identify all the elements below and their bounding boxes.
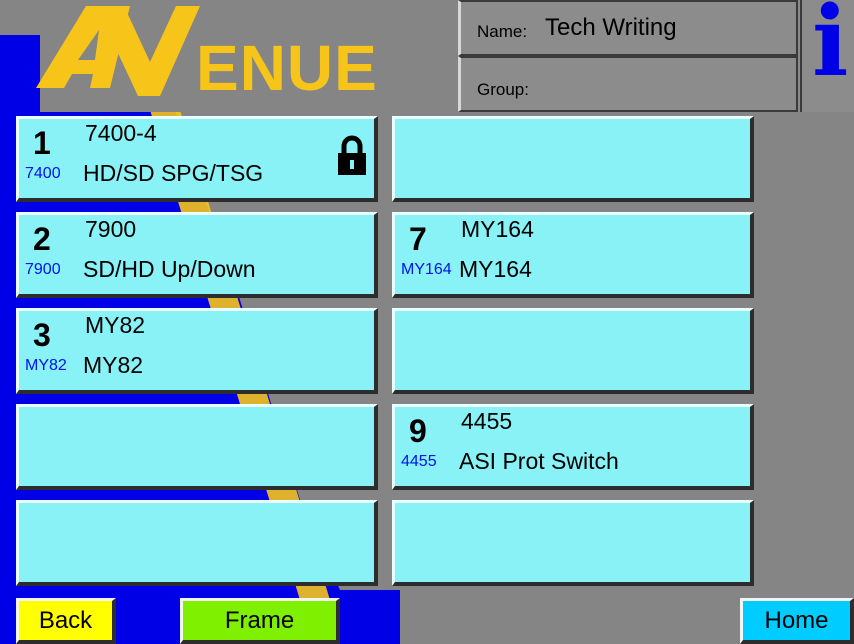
slot-code: MY164 [401, 261, 452, 278]
slot-description: MY82 [83, 352, 144, 378]
padlock-icon [338, 135, 366, 175]
back-button[interactable]: Back [16, 598, 116, 644]
info-icon: i [812, 0, 849, 98]
slot-6-tile[interactable] [392, 116, 754, 202]
slot-10-tile[interactable] [392, 500, 754, 586]
slot-9-tile[interactable]: 9 4455 4455 ASI Prot Switch [392, 404, 754, 490]
home-button[interactable]: Home [740, 598, 854, 644]
frame-button[interactable]: Frame [180, 598, 340, 644]
avenue-logo: ENUE [0, 0, 458, 112]
slot-code: 4455 [401, 453, 437, 470]
slot-code: 7900 [25, 261, 61, 278]
slot-model: MY82 [85, 312, 146, 338]
slot-description: SD/HD Up/Down [83, 256, 256, 282]
name-value: Tech Writing [545, 14, 677, 41]
slot-number: 7 [409, 221, 427, 257]
slot-2-tile[interactable]: 2 7900 7900 SD/HD Up/Down [16, 212, 378, 298]
slot-number: 9 [409, 413, 427, 449]
slot-4-tile[interactable] [16, 404, 378, 490]
slot-code: MY82 [25, 357, 67, 374]
slot-5-tile[interactable] [16, 500, 378, 586]
avenue-control-screen: ENUE Name: Tech Writing Group: i 1 7400-… [0, 0, 854, 644]
slot-model: 4455 [461, 408, 513, 434]
slot-8-tile[interactable] [392, 308, 754, 394]
group-label: Group: [477, 80, 529, 99]
name-label: Name: [477, 22, 528, 41]
slot-description: ASI Prot Switch [459, 448, 619, 474]
group-field: Group: [458, 56, 798, 112]
slot-model: 7900 [85, 216, 137, 242]
slot-1-tile[interactable]: 1 7400-4 7400 HD/SD SPG/TSG [16, 116, 378, 202]
slot-description: HD/SD SPG/TSG [83, 160, 264, 186]
slot-number: 1 [33, 125, 51, 161]
svg-text:ENUE: ENUE [196, 32, 378, 104]
info-button[interactable]: i [800, 0, 854, 112]
slot-3-tile[interactable]: 3 MY82 MY82 MY82 [16, 308, 378, 394]
slot-7-tile[interactable]: 7 MY164 MY164 MY164 [392, 212, 754, 298]
name-field: Name: Tech Writing [458, 0, 798, 56]
slot-number: 3 [33, 317, 51, 353]
slot-model: MY164 [461, 216, 534, 242]
slot-code: 7400 [25, 165, 61, 182]
slot-description: MY164 [459, 256, 532, 282]
slot-model: 7400-4 [85, 120, 157, 146]
slot-number: 2 [33, 221, 51, 257]
